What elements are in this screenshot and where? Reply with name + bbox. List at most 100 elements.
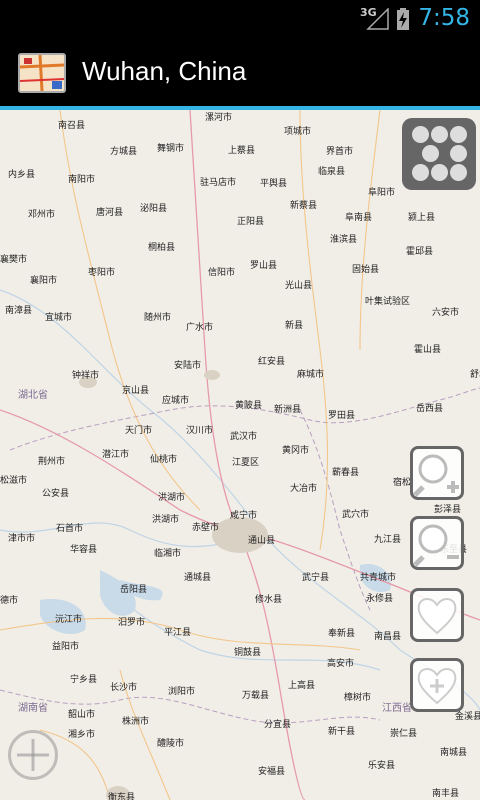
place-label: 襄樊市 [0, 255, 28, 265]
place-label: 华容县 [70, 545, 98, 555]
heart-plus-icon [417, 668, 457, 705]
page-title: Wuhan, China [82, 56, 247, 86]
place-label: 仙桃市 [150, 455, 178, 465]
place-label: 舒城县 [470, 370, 480, 380]
place-label: 上蔡县 [228, 146, 256, 156]
place-label: 光山县 [285, 281, 313, 291]
place-label: 南召县 [58, 121, 86, 131]
place-label: 衡东县 [108, 793, 136, 800]
place-label: 内乡县 [8, 170, 36, 180]
place-label: 江西省 [382, 703, 412, 714]
place-label: 韶山市 [68, 710, 96, 720]
place-label: 襄阳市 [30, 276, 58, 286]
place-label: 岳西县 [416, 404, 444, 414]
place-label: 京山县 [122, 386, 150, 396]
place-label: 平舆县 [260, 179, 288, 189]
place-label: 沅江市 [55, 615, 83, 625]
place-label: 宿松 [393, 478, 412, 488]
place-label: 南漳县 [5, 306, 33, 316]
place-label: 湖南省 [18, 703, 48, 714]
place-label: 舞钢市 [157, 144, 185, 154]
status-bar: 3G 7:58 [0, 0, 480, 38]
place-label: 分宜县 [264, 720, 292, 730]
place-label: 黄陂县 [235, 401, 263, 411]
place-label: 高安市 [327, 659, 355, 669]
compass-icon[interactable] [8, 730, 58, 780]
place-label: 蕲春县 [332, 468, 360, 478]
place-label: 长沙市 [110, 683, 138, 693]
place-label: 洪湖市 [152, 515, 180, 525]
place-label: 武穴市 [342, 510, 370, 520]
place-label: 项城市 [284, 127, 312, 137]
place-label: 界首市 [326, 147, 354, 157]
place-label: 荆州市 [38, 457, 66, 467]
place-label: 六安市 [432, 308, 460, 318]
place-label: 大冶市 [290, 484, 318, 494]
place-label: 平江县 [164, 628, 192, 638]
place-label: 驻马店市 [200, 178, 237, 188]
place-label: 黄冈市 [282, 446, 310, 456]
place-label: 安陆市 [174, 361, 202, 371]
place-label: 汉川市 [186, 426, 214, 436]
place-label: 正阳县 [237, 217, 265, 227]
place-label: 通山县 [248, 536, 276, 546]
app-icon[interactable] [18, 53, 66, 93]
place-label: 湖北省 [18, 390, 48, 401]
place-label: 崇仁县 [390, 729, 418, 739]
place-label: 宜城市 [45, 313, 73, 323]
place-label: 石首市 [56, 524, 84, 534]
zoom-in-button[interactable] [410, 446, 464, 500]
place-label: 南昌县 [374, 632, 402, 642]
place-label: 万载县 [242, 691, 270, 701]
place-label: 桐柏县 [148, 243, 176, 253]
place-label: 阜南县 [345, 213, 373, 223]
place-label: 淮滨县 [330, 235, 358, 245]
place-label: 潜江市 [102, 450, 130, 460]
magnifier-minus-icon [413, 524, 459, 567]
place-label: 乐安县 [368, 761, 396, 771]
place-label: 奉新县 [328, 629, 356, 639]
place-label: 松滋市 [0, 476, 28, 486]
place-label: 临湘市 [154, 549, 182, 559]
action-bar: Wuhan, China [0, 38, 480, 106]
place-label: 通城县 [184, 573, 212, 583]
place-label: 岳阳县 [120, 585, 148, 595]
place-label: 邓州市 [28, 210, 56, 220]
place-label: 罗山县 [250, 261, 278, 271]
place-label: 漯河市 [205, 113, 233, 123]
place-label: 红安县 [258, 357, 286, 367]
add-favorite-button[interactable] [410, 658, 464, 712]
zoom-out-button[interactable] [410, 516, 464, 570]
place-label: 霍山县 [414, 345, 442, 355]
map-view[interactable]: 南召县 漯河市 项城市 方城县 舞钢市 上蔡县 界首市 内乡县 南阳市 驻马店市 平舆县 临泉县 阜阳市… [0, 110, 480, 800]
place-label: 湘乡市 [68, 730, 96, 740]
heart-icon [417, 598, 457, 635]
favorites-button[interactable] [410, 588, 464, 642]
place-label: 株洲市 [122, 717, 150, 727]
place-label: 江夏区 [232, 458, 260, 468]
place-label: 临泉县 [318, 167, 346, 177]
place-label: 公安县 [42, 489, 70, 499]
clock: 7:58 [418, 5, 470, 31]
place-label: 德市 [0, 596, 19, 606]
place-label: 浏阳市 [168, 687, 196, 697]
place-label: 新县 [285, 321, 304, 331]
place-label: 罗田县 [328, 411, 356, 421]
place-label: 泌阳县 [140, 204, 168, 214]
place-label: 九江县 [374, 535, 402, 545]
place-label: 樟树市 [344, 693, 372, 703]
place-label: 武汉市 [230, 432, 258, 442]
place-label: 霍邱县 [406, 247, 434, 257]
place-label: 洪湖市 [158, 493, 186, 503]
place-label: 上高县 [288, 681, 316, 691]
place-label: 随州市 [144, 313, 172, 323]
place-label: 益阳市 [52, 642, 80, 652]
place-label: 汨罗市 [118, 618, 146, 628]
place-label: 修水县 [255, 595, 283, 605]
place-label: 颍上县 [408, 213, 436, 223]
place-label: 新干县 [328, 727, 356, 737]
place-label: 彭泽县 [434, 505, 462, 515]
place-label: 永修县 [366, 594, 394, 604]
layers-button[interactable] [402, 118, 476, 190]
place-label: 南丰县 [432, 789, 460, 799]
